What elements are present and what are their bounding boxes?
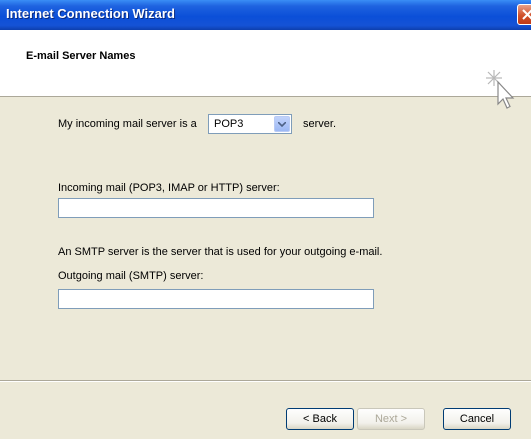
- smtp-description: An SMTP server is the server that is use…: [58, 246, 383, 258]
- wizard-window: Internet Connection Wizard E-mail Server…: [0, 0, 531, 439]
- server-type-select[interactable]: POP3: [208, 114, 292, 134]
- wizard-content: My incoming mail server is a POP3 server…: [0, 97, 531, 377]
- outgoing-server-input[interactable]: [58, 289, 374, 309]
- outgoing-server-label: Outgoing mail (SMTP) server:: [58, 270, 204, 282]
- close-icon: [522, 9, 531, 20]
- incoming-server-input[interactable]: [58, 198, 374, 218]
- server-type-dropdown-button[interactable]: [274, 116, 290, 132]
- footer-divider: [0, 380, 531, 382]
- next-button[interactable]: Next >: [357, 408, 425, 430]
- page-title: E-mail Server Names: [26, 50, 136, 62]
- incoming-server-label: Incoming mail (POP3, IMAP or HTTP) serve…: [58, 182, 280, 194]
- back-button[interactable]: < Back: [286, 408, 354, 430]
- close-button[interactable]: [517, 4, 531, 25]
- cancel-button[interactable]: Cancel: [443, 408, 511, 430]
- server-type-value: POP3: [214, 118, 244, 130]
- incoming-server-type-suffix: server.: [303, 118, 337, 130]
- title-bar[interactable]: Internet Connection Wizard: [0, 0, 531, 30]
- wizard-header: E-mail Server Names: [0, 30, 531, 109]
- window-title: Internet Connection Wizard: [6, 6, 175, 21]
- incoming-server-type-prefix: My incoming mail server is a: [58, 118, 197, 130]
- chevron-down-icon: [278, 122, 286, 127]
